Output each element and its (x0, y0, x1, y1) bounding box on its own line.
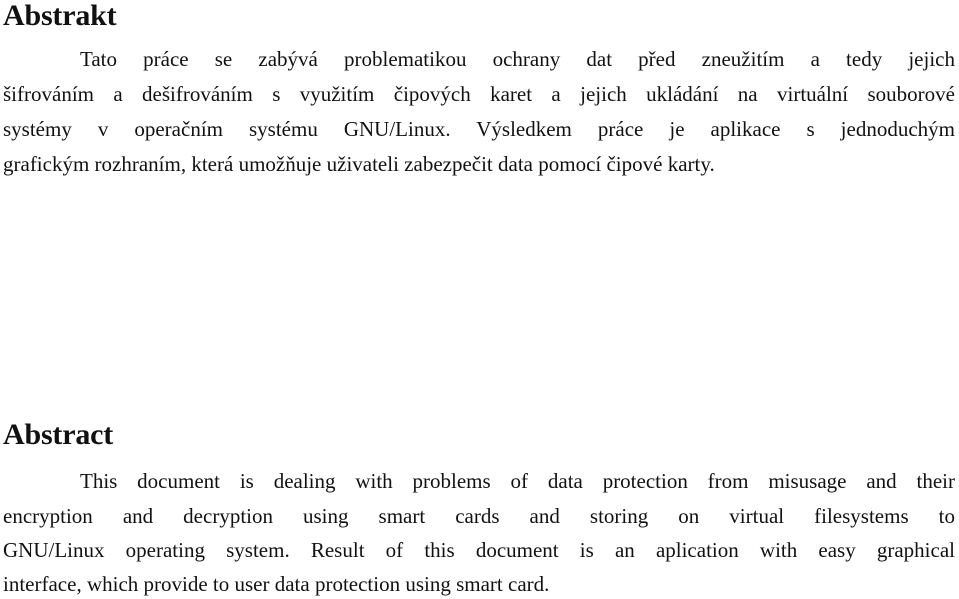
paragraph-line: Tato práce se zabývá problematikou ochra… (80, 47, 955, 71)
paragraph-line: interface, which provide to user data pr… (3, 572, 550, 596)
paragraph-line: GNU/Linux operating system. Result of th… (3, 538, 955, 562)
paragraph-line: This document is dealing with problems o… (80, 469, 955, 493)
paragraph-line: encryption and decryption using smart ca… (3, 504, 955, 528)
paragraph-line: systémy v operačním systému GNU/Linux. V… (3, 117, 955, 141)
abstrakt-heading: Abstrakt (3, 0, 117, 32)
paragraph-line: grafickým rozhraním, která umožňuje uživ… (3, 152, 715, 176)
abstract-heading: Abstract (3, 418, 114, 451)
paragraph-line: šifrováním a dešifrováním s využitím čip… (3, 82, 955, 106)
